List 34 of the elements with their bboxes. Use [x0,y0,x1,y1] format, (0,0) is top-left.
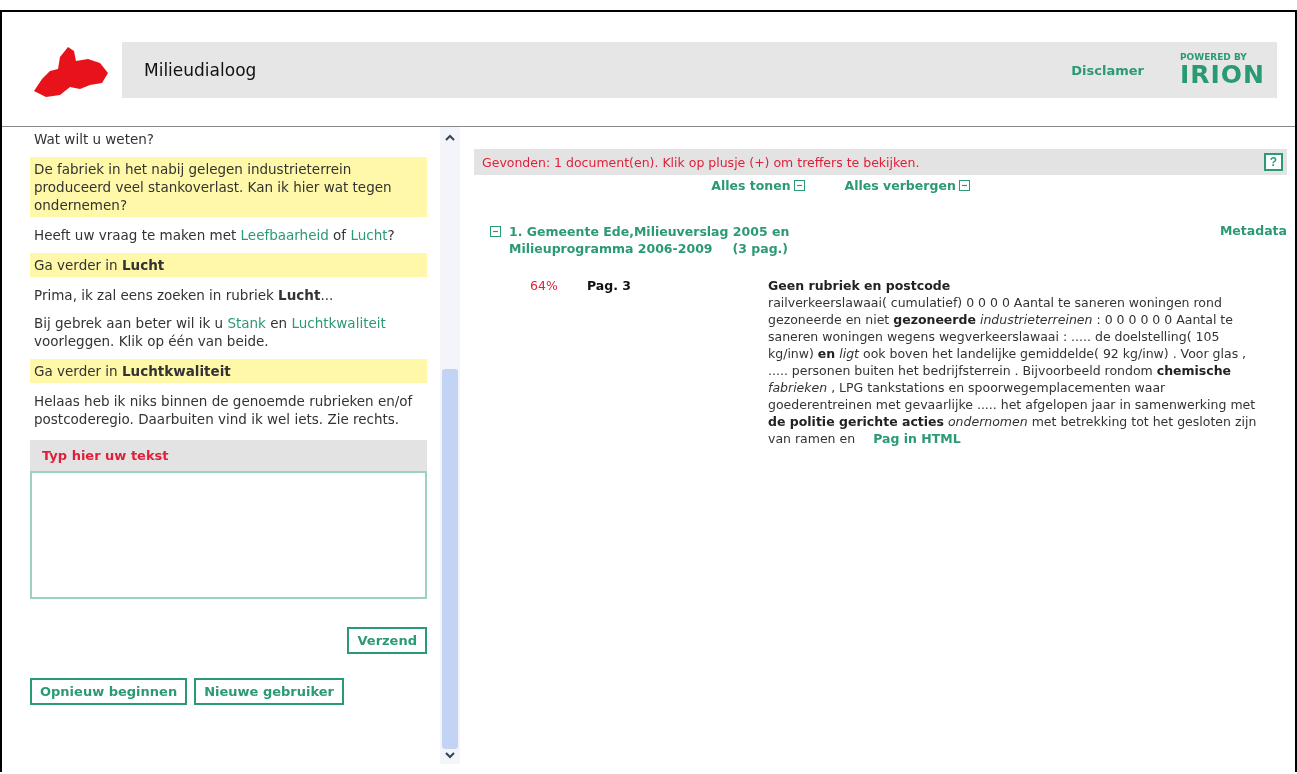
send-button[interactable]: Verzend [347,627,427,654]
app-title: Milieudialoog [144,60,258,80]
bot-message: Helaas heb ik niks binnen de genoemde rubrieken en/of postcoderegio. Daarbuiten vind ik wel iets. Zie rechts. [33,392,414,429]
hit-snippet: railverkeerslawaai( cumulatief) 0 0 0 0 Aantal te saneren woningen rond gezoneerde en niet gezoneerde industrieterreinen : 0 0 0 0 0 0 Aantal te saneren woningen wegens wegverkeerslawaai : ..... de doelstelling( 105 kg/inw) en ligt ook boven het landelijke gemiddelde( 92 kg/inw) . Voor glas , ..... personen buiten het bedrijfsterrein . Bijvoorbeeld rondom chemische fabrieken , LPG tankstations en spoorwegemplacementen waar goederentreinen met gevaarlijke ..... het afgelopen jaar in samenwerking met de politie gerichte acties ondernomen met betrekking tot het gesloten zijn van ramen en Pag in HTML [768,294,1258,447]
action-button[interactable]: Nieuwe gebruiker [194,678,344,705]
topic-link[interactable]: Stank [227,315,266,331]
topic-link[interactable]: Luchtkwaliteit [291,315,386,331]
hit-heading: Geen rubriek en postcode [768,277,952,294]
action-button[interactable]: Opnieuw beginnen [30,678,188,705]
results-summary: Gevonden: 1 document(en). Klik op plusje (+) om treffers te bekijken. [482,154,920,170]
user-message: Ga verder in Luchtkwaliteit [30,359,427,383]
disclaimer-link[interactable]: Disclamer [1071,62,1144,78]
topic-link[interactable]: Lucht [350,227,388,243]
metadata-link[interactable]: Metadata [1219,223,1287,238]
powered-by-logo: POWERED BY IRION [1179,53,1265,87]
topic-link[interactable]: Leefbaarheid [240,227,329,243]
input-label: Typ hier uw tekst [30,440,427,471]
user-message: Ga verder in Lucht [30,253,427,277]
bot-message: Prima, ik zal eens zoeken in rubriek Lucht... [33,286,335,305]
bot-message: Bij gebrek aan beter wil ik u Stank en Luchtkwaliteit voorleggen. Klik op één van beide. [33,314,387,351]
collapse-box-icon[interactable] [793,180,805,191]
help-button[interactable]: ? [1263,153,1283,171]
page-number: Pag. 3 [587,277,632,295]
bot-message: Wat wilt u weten? [33,130,155,149]
bot-message: Heeft uw vraag te maken met Leefbaarheid of Lucht? [33,226,396,245]
relevance-score: 64% [530,277,559,295]
message-input[interactable] [30,471,427,599]
document-title-link[interactable]: 1. Gemeente Ede,Milieuverslag 2005 en Milieuprogramma 2006-2009 (3 pag.) [509,223,909,257]
user-message: De fabriek in het nabij gelegen industrieterrein produceerd veel stankoverlast. Kan ik hier wat tegen ondernemen? [30,157,427,217]
collapse-box-icon[interactable] [958,180,970,191]
page-html-link[interactable]: Pag in HTML [873,431,961,446]
show-all-link[interactable]: Alles tonen [711,178,805,193]
collapse-box-icon[interactable] [490,226,501,237]
hide-all-link[interactable]: Alles verbergen [844,178,970,193]
